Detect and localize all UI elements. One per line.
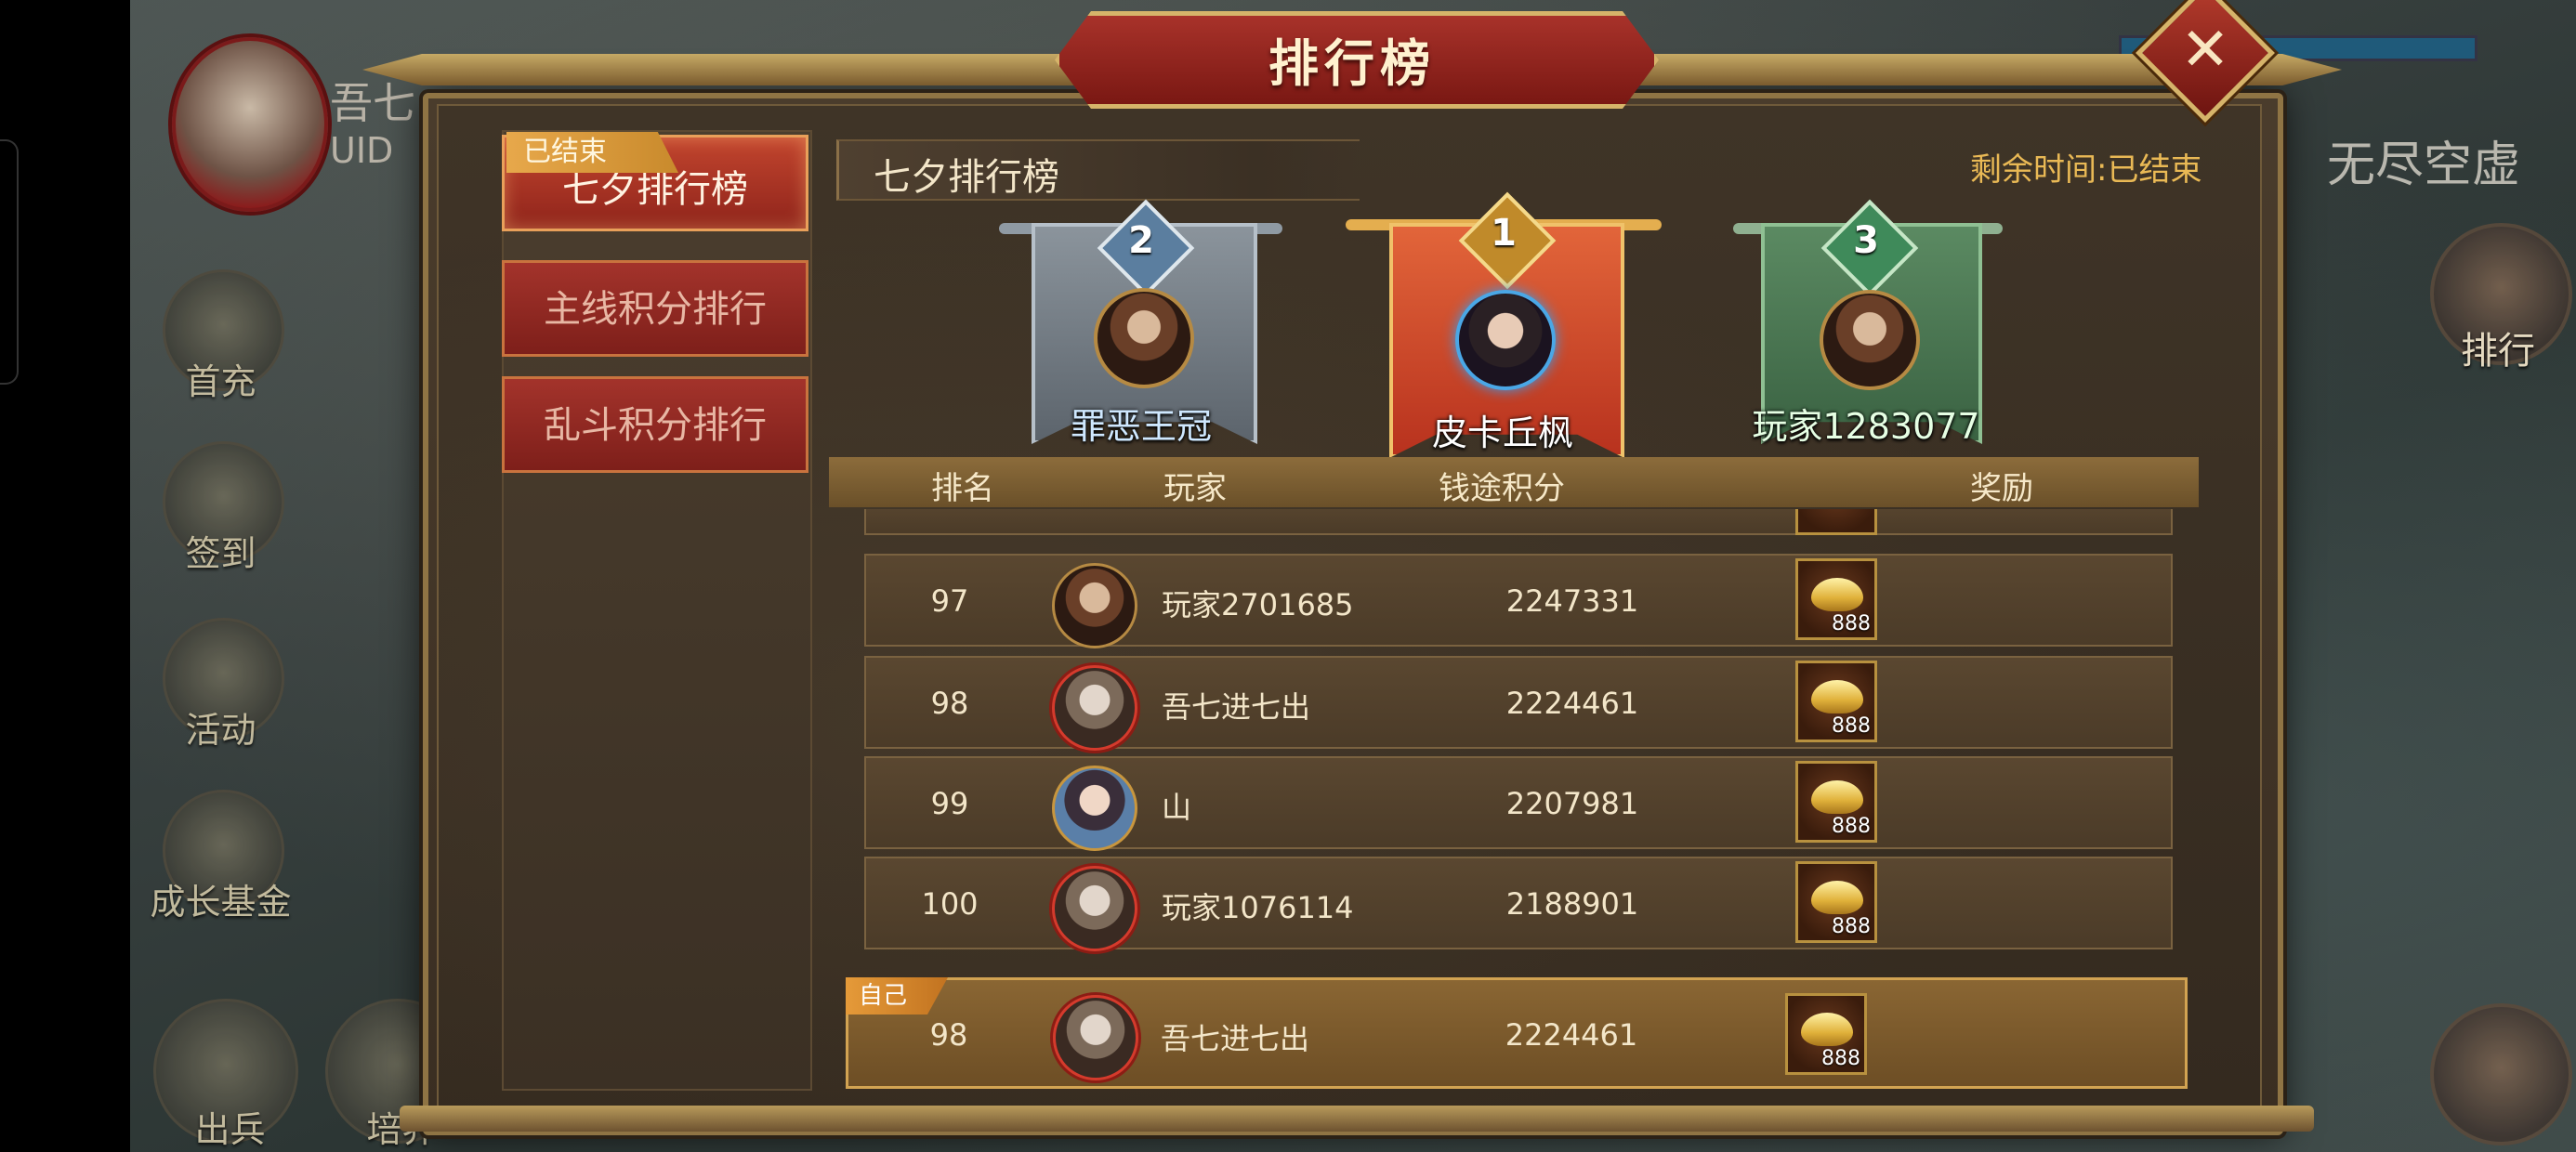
self-avatar[interactable] xyxy=(1053,995,1138,1080)
table-row[interactable]: 97 玩家2701685 2247331 888 xyxy=(864,554,2173,648)
gold-ingot-reward[interactable]: 888 xyxy=(1795,661,1877,742)
player-uid-label: UID xyxy=(330,130,394,171)
row-score: 2247331 xyxy=(1505,583,1639,619)
row-avatar[interactable] xyxy=(1052,766,1137,851)
row-player-name: 玩家2701685 xyxy=(1162,587,1354,622)
gold-ingot-reward[interactable]: 888 xyxy=(1795,861,1877,943)
board-title: 七夕排行榜 xyxy=(874,156,1059,199)
table-row-partial xyxy=(864,509,2173,535)
table-row[interactable]: 98 吾七进七出 2224461 888 xyxy=(864,656,2173,751)
self-rank-row[interactable]: 98 吾七进七出 2224461 888 xyxy=(846,977,2188,1089)
row-score: 2188901 xyxy=(1505,886,1639,922)
row-score: 2224461 xyxy=(1505,686,1639,721)
activity-label: 活动 xyxy=(185,710,256,751)
gold-ingot-reward[interactable]: 888 xyxy=(1795,761,1877,843)
row-avatar[interactable] xyxy=(1052,866,1137,951)
ranking-shortcut-label: 排行 xyxy=(2461,330,2535,373)
sign-in-label: 签到 xyxy=(185,533,256,574)
reward-count: 888 xyxy=(1821,1047,1860,1070)
remaining-time: 剩余时间:已结束 xyxy=(1970,151,2202,189)
row-avatar[interactable] xyxy=(1052,665,1137,751)
podium-rank-2: 2 xyxy=(1128,219,1154,262)
column-reward: 奖励 xyxy=(1970,470,2033,507)
row-rank: 97 xyxy=(930,583,969,619)
podium-rank-1: 1 xyxy=(1491,212,1517,255)
podium-name-1: 皮卡丘枫 xyxy=(1431,412,1573,453)
self-score: 2224461 xyxy=(1505,1017,1638,1053)
gold-ingot-icon xyxy=(1811,578,1863,611)
modal-title: 排行榜 xyxy=(1268,34,1436,93)
podium-avatar-3[interactable] xyxy=(1820,290,1920,390)
ended-badge: 已结束 xyxy=(506,132,678,173)
podium-rank-3: 3 xyxy=(1853,219,1879,262)
podium-avatar-2[interactable] xyxy=(1094,288,1194,388)
close-x-icon[interactable]: ✕ xyxy=(2156,4,2254,102)
row-rank: 98 xyxy=(930,686,969,721)
podium-name-2: 罪恶王冠 xyxy=(1070,406,1212,447)
podium-name-3: 玩家1283077 xyxy=(1752,406,1980,447)
left-black-bar xyxy=(0,0,130,1152)
row-player-name: 吾七进七出 xyxy=(1162,689,1311,725)
reward-count: 888 xyxy=(1832,915,1871,938)
tab-label: 七夕排行榜 xyxy=(562,168,748,211)
reward-count: 888 xyxy=(1832,612,1871,635)
screen-notch xyxy=(0,139,19,385)
tab-label: 主线积分排行 xyxy=(544,288,767,331)
row-player-name: 玩家1076114 xyxy=(1162,890,1354,925)
player-avatar[interactable] xyxy=(172,37,328,212)
gold-ingot-icon xyxy=(1811,780,1863,814)
gold-ingot-reward[interactable]: 888 xyxy=(1795,558,1877,640)
table-row[interactable]: 99 山 2207981 888 xyxy=(864,756,2173,851)
reward-icon xyxy=(1795,509,1877,535)
tab-mainline-score[interactable]: 主线积分排行 xyxy=(502,260,808,357)
column-score: 钱途积分 xyxy=(1439,470,1565,507)
modal-bottom-rail xyxy=(400,1106,2314,1132)
column-player: 玩家 xyxy=(1163,470,1227,507)
dispatch-label: 出兵 xyxy=(194,1109,266,1150)
row-rank: 99 xyxy=(930,786,969,821)
self-rank: 98 xyxy=(929,1017,968,1053)
self-player-name: 吾七进七出 xyxy=(1161,1021,1310,1056)
growth-fund-label: 成长基金 xyxy=(150,882,292,923)
reward-count: 888 xyxy=(1832,815,1871,838)
ranking-list[interactable]: 97 玩家2701685 2247331 888 98 吾七进七出 222446… xyxy=(864,509,2175,955)
tab-label: 乱斗积分排行 xyxy=(544,404,767,447)
podium-avatar-1[interactable] xyxy=(1455,290,1556,390)
gold-ingot-icon xyxy=(1801,1013,1853,1046)
row-score: 2207981 xyxy=(1505,786,1639,821)
table-row[interactable]: 100 玩家1076114 2188901 888 xyxy=(864,857,2173,951)
row-avatar[interactable] xyxy=(1052,563,1137,648)
server-title: 无尽空虚 xyxy=(2326,137,2520,193)
tab-brawl-score[interactable]: 乱斗积分排行 xyxy=(502,376,808,473)
first-recharge-label: 首充 xyxy=(185,361,256,402)
column-rank: 排名 xyxy=(931,470,994,507)
row-player-name: 山 xyxy=(1162,790,1192,825)
row-rank: 100 xyxy=(921,886,979,922)
gold-ingot-reward[interactable]: 888 xyxy=(1785,993,1867,1075)
gold-ingot-icon xyxy=(1811,680,1863,713)
gold-ingot-icon xyxy=(1811,881,1863,914)
menu-button[interactable] xyxy=(2430,1003,2572,1145)
reward-count: 888 xyxy=(1832,714,1871,738)
